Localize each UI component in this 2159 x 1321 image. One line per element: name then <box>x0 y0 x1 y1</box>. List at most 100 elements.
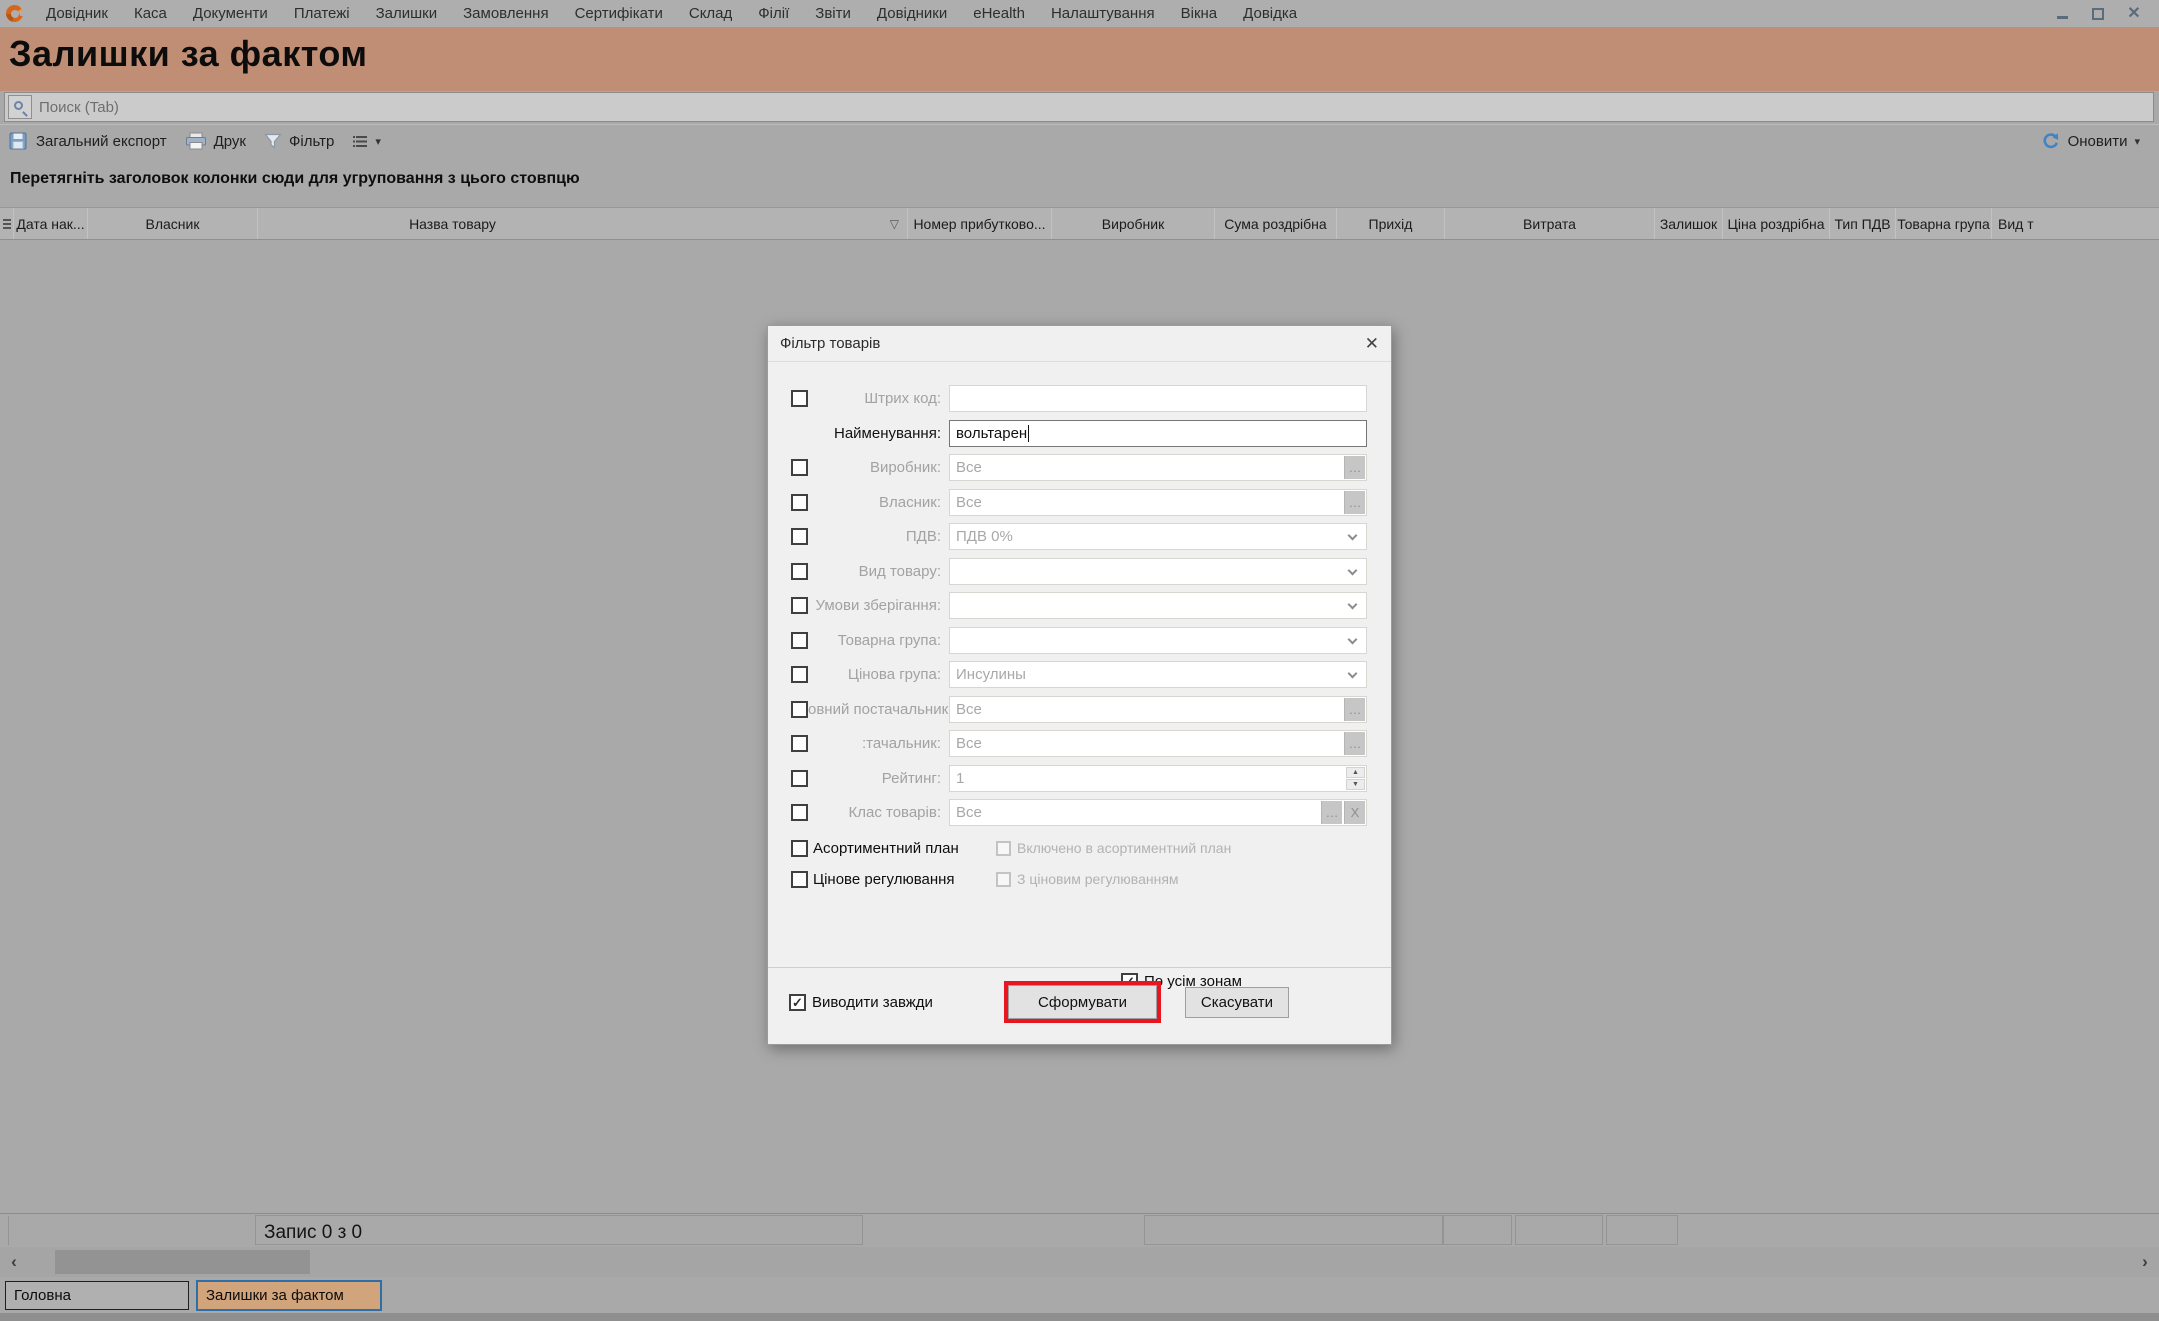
column-header-date[interactable]: Дата нак... <box>14 208 88 239</box>
ellipsis-button[interactable]: … <box>1344 491 1365 514</box>
scrollbar-thumb[interactable] <box>55 1250 310 1274</box>
vat-combobox[interactable]: ПДВ 0% <box>949 523 1367 550</box>
chevron-down-icon[interactable] <box>1348 600 1358 610</box>
column-header-retail-sum[interactable]: Сума роздрібна <box>1215 208 1337 239</box>
menu-item-sklad[interactable]: Склад <box>676 1 745 26</box>
price-group-combobox[interactable]: Инсулины <box>949 661 1367 688</box>
menu-item-dovidnyk[interactable]: Довідник <box>33 1 121 26</box>
owner-checkbox[interactable] <box>791 494 808 511</box>
product-kind-checkbox[interactable] <box>791 563 808 580</box>
price-group-checkbox[interactable] <box>791 666 808 683</box>
view-options-button[interactable]: ▾ <box>343 132 390 151</box>
search-button[interactable] <box>8 95 32 119</box>
ellipsis-button[interactable]: … <box>1321 801 1342 824</box>
menu-item-vikna[interactable]: Вікна <box>1168 1 1231 26</box>
owner-field[interactable]: Все … <box>949 489 1367 516</box>
barcode-label: Штрих код: <box>808 390 949 407</box>
clear-button[interactable]: X <box>1344 801 1365 824</box>
rating-spinner-field[interactable]: 1 ▲ ▼ <box>949 765 1367 792</box>
scroll-left-button[interactable]: ‹ <box>2 1247 26 1277</box>
chevron-down-icon[interactable] <box>1348 565 1358 575</box>
price-regulation-checkbox[interactable] <box>791 871 808 888</box>
column-header-product-kind[interactable]: Вид т <box>1992 208 2159 239</box>
manufacturer-checkbox[interactable] <box>791 459 808 476</box>
with-price-regulation-checkbox[interactable] <box>996 872 1011 887</box>
ellipsis-button[interactable]: … <box>1344 698 1365 721</box>
menu-item-filii[interactable]: Філії <box>745 1 802 26</box>
always-show-row: ✓ Виводити завжди <box>789 994 933 1011</box>
spin-up-icon[interactable]: ▲ <box>1346 767 1365 778</box>
dialog-close-button[interactable]: ✕ <box>1365 334 1379 354</box>
menu-item-dovidnyky[interactable]: Довідники <box>864 1 960 26</box>
supplier-checkbox[interactable] <box>791 735 808 752</box>
vat-checkbox[interactable] <box>791 528 808 545</box>
menu-item-nalashtuvannia[interactable]: Налаштування <box>1038 1 1168 26</box>
close-button[interactable]: ✕ <box>2123 4 2145 24</box>
barcode-checkbox[interactable] <box>791 390 808 407</box>
product-group-checkbox[interactable] <box>791 632 808 649</box>
tab-home[interactable]: Головна <box>5 1281 189 1310</box>
rating-checkbox[interactable] <box>791 770 808 787</box>
product-class-field[interactable]: Все … X <box>949 799 1367 826</box>
generate-button[interactable]: Сформувати <box>1008 985 1157 1019</box>
product-kind-combobox[interactable] <box>949 558 1367 585</box>
assortment-plan-checkbox[interactable] <box>791 840 808 857</box>
column-header-product-group[interactable]: Товарна група <box>1896 208 1992 239</box>
column-header-manufacturer[interactable]: Виробник <box>1052 208 1215 239</box>
scroll-right-button[interactable]: › <box>2133 1247 2157 1277</box>
app-window: Довідник Каса Документи Платежі Залишки … <box>0 0 2159 1321</box>
main-supplier-checkbox[interactable] <box>791 701 808 718</box>
chevron-down-icon[interactable] <box>1348 634 1358 644</box>
rating-spinner[interactable]: ▲ ▼ <box>1346 767 1365 790</box>
barcode-field[interactable] <box>949 385 1367 412</box>
menu-item-zamovlennia[interactable]: Замовлення <box>450 1 561 26</box>
menu-item-zvity[interactable]: Звіти <box>802 1 864 26</box>
filter-button[interactable]: Фільтр <box>255 130 343 153</box>
column-header-remainder[interactable]: Залишок <box>1655 208 1723 239</box>
group-by-area[interactable]: Перетягніть заголовок колонки сюди для у… <box>0 157 2159 207</box>
menu-item-dovidka[interactable]: Довідка <box>1230 1 1310 26</box>
included-in-plan-checkbox[interactable] <box>996 841 1011 856</box>
horizontal-scrollbar[interactable]: ‹ › <box>0 1247 2159 1277</box>
cancel-button[interactable]: Скасувати <box>1185 987 1289 1018</box>
supplier-value: Все <box>950 731 982 756</box>
print-button[interactable]: Друк <box>176 129 255 153</box>
menu-item-ehealth[interactable]: eHealth <box>960 1 1038 26</box>
refresh-button[interactable]: Оновити ▾ <box>2032 129 2149 153</box>
menu-item-sertyfikaty[interactable]: Сертифікати <box>562 1 676 26</box>
menu-item-kasa[interactable]: Каса <box>121 1 180 26</box>
tab-stock-by-fact[interactable]: Залишки за фактом <box>196 1280 382 1311</box>
column-header-expense[interactable]: Витрата <box>1445 208 1655 239</box>
column-header-invoice-number[interactable]: Номер прибутково... <box>908 208 1052 239</box>
menu-item-zalyshky[interactable]: Залишки <box>363 1 451 26</box>
column-filter-icon[interactable]: ▽ <box>890 217 899 231</box>
name-field[interactable]: вольтарен <box>949 420 1367 447</box>
restore-button[interactable] <box>2087 4 2109 24</box>
main-supplier-field[interactable]: Все … <box>949 696 1367 723</box>
ellipsis-button[interactable]: … <box>1344 732 1365 755</box>
product-class-checkbox[interactable] <box>791 804 808 821</box>
spin-down-icon[interactable]: ▼ <box>1346 779 1365 790</box>
column-header-owner[interactable]: Власник <box>88 208 258 239</box>
chevron-down-icon[interactable] <box>1348 669 1358 679</box>
search-input[interactable] <box>32 94 2153 120</box>
menu-item-platezhi[interactable]: Платежі <box>281 1 363 26</box>
supplier-field[interactable]: Все … <box>949 730 1367 757</box>
always-show-label: Виводити завжди <box>806 994 933 1011</box>
ellipsis-button[interactable]: … <box>1344 456 1365 479</box>
chevron-down-icon[interactable] <box>1348 531 1358 541</box>
always-show-checkbox[interactable]: ✓ <box>789 994 806 1011</box>
manufacturer-field[interactable]: Все … <box>949 454 1367 481</box>
minimize-button[interactable] <box>2051 4 2073 24</box>
column-header-income[interactable]: Прихід <box>1337 208 1445 239</box>
vat-value: ПДВ 0% <box>950 524 1013 549</box>
storage-combobox[interactable] <box>949 592 1367 619</box>
storage-checkbox[interactable] <box>791 597 808 614</box>
column-header-retail-price[interactable]: Ціна роздрібна <box>1723 208 1830 239</box>
product-group-combobox[interactable] <box>949 627 1367 654</box>
export-button[interactable]: Загальний експорт <box>0 129 176 153</box>
dialog-title-bar[interactable]: Фільтр товарів ✕ <box>768 326 1391 362</box>
column-header-vat-type[interactable]: Тип ПДВ <box>1830 208 1896 239</box>
column-header-product-name[interactable]: Назва товару ▽ <box>258 208 908 239</box>
menu-item-dokumenty[interactable]: Документи <box>180 1 281 26</box>
